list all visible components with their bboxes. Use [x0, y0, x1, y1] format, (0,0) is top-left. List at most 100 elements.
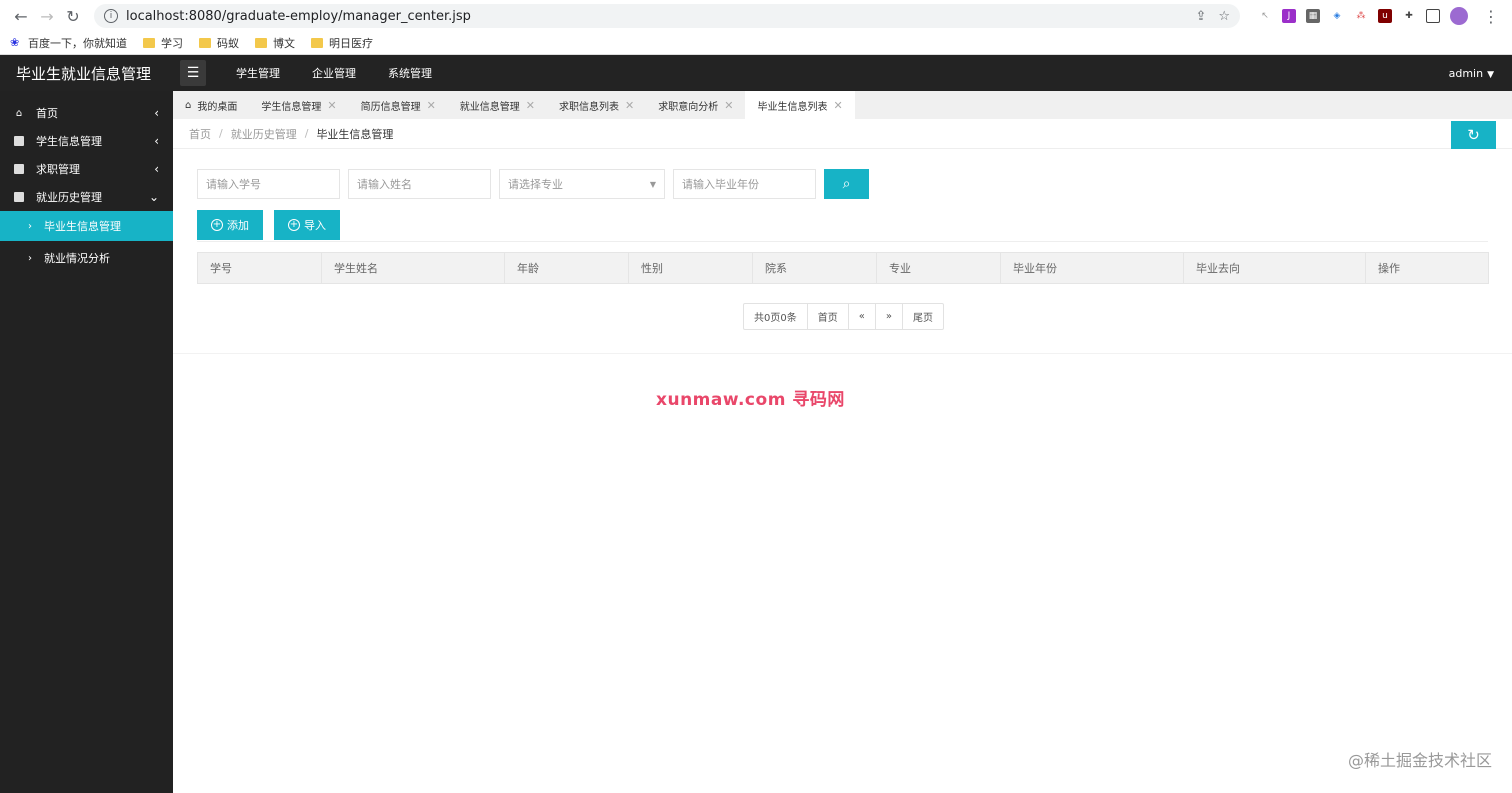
grid-icon — [14, 192, 24, 202]
caret-down-icon: ▼ — [1487, 69, 1494, 80]
home-icon: ⌂ — [15, 107, 23, 119]
name-input[interactable]: 请输入姓名 — [348, 169, 491, 199]
close-icon[interactable]: ✕ — [724, 99, 733, 112]
bookmark-folder-blog[interactable]: 博文 — [255, 35, 295, 51]
tab-student-info[interactable]: 学生信息管理 ✕ — [249, 91, 348, 119]
student-id-input[interactable]: 请输入学号 — [197, 169, 340, 199]
plus-circle-icon: + — [211, 219, 223, 231]
pagination: 共0页0条 首页 « » 尾页 — [743, 303, 944, 330]
info-icon[interactable]: i — [104, 9, 118, 23]
baidu-paw-icon: ❀ — [10, 36, 20, 49]
tab-intention-analysis[interactable]: 求职意向分析 ✕ — [646, 91, 745, 119]
profile-avatar[interactable] — [1450, 7, 1468, 25]
search-button[interactable]: ⌕ — [824, 169, 869, 199]
tab-job-list[interactable]: 求职信息列表 ✕ — [547, 91, 646, 119]
chevron-left-icon: ‹ — [154, 106, 159, 120]
extension-cursor-icon[interactable]: ↖ — [1258, 9, 1272, 23]
star-icon[interactable]: ☆ — [1218, 9, 1230, 24]
topnav-student[interactable]: 学生管理 — [236, 65, 280, 81]
user-menu[interactable]: admin ▼ — [1449, 67, 1494, 80]
grid-icon — [14, 136, 24, 146]
major-select[interactable]: 请选择专业 ▼ — [499, 169, 665, 199]
reload-icon[interactable]: ↻ — [60, 3, 86, 29]
pager-next-button[interactable]: » — [874, 304, 902, 329]
pager-summary: 共0页0条 — [754, 313, 797, 324]
sidebar-item-home[interactable]: ⌂ 首页 ‹ — [0, 99, 173, 127]
extension-store-icon[interactable]: ▦ — [1306, 9, 1320, 23]
bookmark-baidu[interactable]: ❀ 百度一下，你就知道 — [10, 35, 127, 51]
search-icon: ⌕ — [842, 176, 851, 192]
topnav-company[interactable]: 企业管理 — [312, 65, 356, 81]
breadcrumb-separator: / — [219, 127, 223, 140]
sidebar-sub-employ-analysis[interactable]: › 就业情况分析 — [0, 243, 173, 273]
url-text[interactable]: localhost:8080/graduate-employ/manager_c… — [126, 9, 1195, 24]
top-nav: 学生管理 企业管理 系统管理 — [236, 65, 432, 81]
topnav-system[interactable]: 系统管理 — [388, 65, 432, 81]
app-title: 毕业生就业信息管理 — [16, 64, 152, 83]
tab-desktop[interactable]: ⌂ 我的桌面 — [173, 91, 249, 119]
sidebar: ⌂ 首页 ‹ 学生信息管理 ‹ 求职管理 ‹ 就业历史管理 ⌄ › 毕业生信息管… — [0, 91, 173, 793]
browser-toolbar: ← → ↻ i localhost:8080/graduate-employ/m… — [0, 0, 1512, 32]
forward-icon[interactable]: → — [34, 3, 60, 29]
pager-first-button[interactable]: 首页 — [806, 304, 848, 329]
chevron-right-icon: › — [28, 220, 32, 232]
bookmark-folder-mayi[interactable]: 码蚁 — [199, 35, 239, 51]
menu-toggle-icon[interactable]: ☰ — [180, 60, 206, 86]
refresh-button[interactable]: ↻ — [1451, 121, 1496, 149]
pager-last-button[interactable]: 尾页 — [901, 304, 943, 329]
col-grad-year[interactable]: 毕业年份 — [1000, 252, 1184, 284]
tab-bar: ⌂ 我的桌面 学生信息管理 ✕ 简历信息管理 ✕ 就业信息管理 ✕ 求职信息列表 ✕ 求职… — [173, 91, 1512, 119]
browser-menu-icon[interactable]: ⋮ — [1478, 3, 1504, 29]
sidebar-sub-graduate-info[interactable]: › 毕业生信息管理 — [0, 211, 173, 241]
chevron-left-icon: ‹ — [154, 134, 159, 148]
grad-year-input[interactable]: 请输入毕业年份 — [673, 169, 816, 199]
close-icon[interactable]: ✕ — [327, 99, 336, 112]
close-icon[interactable]: ✕ — [427, 99, 436, 112]
col-student-name[interactable]: 学生姓名 — [321, 252, 505, 284]
col-department[interactable]: 院系 — [752, 252, 877, 284]
breadcrumb-separator: / — [304, 127, 309, 140]
extension-layers-icon[interactable]: ◈ — [1330, 9, 1344, 23]
tab-graduate-list[interactable]: 毕业生信息列表 ✕ — [745, 91, 855, 119]
folder-icon — [311, 38, 323, 48]
sidebar-item-student-info[interactable]: 学生信息管理 ‹ — [0, 127, 173, 155]
bookmark-folder-study[interactable]: 学习 — [143, 35, 183, 51]
dropdown-triangle-icon: ▼ — [649, 179, 656, 189]
tab-resume-info[interactable]: 简历信息管理 ✕ — [349, 91, 448, 119]
address-bar[interactable]: i localhost:8080/graduate-employ/manager… — [94, 4, 1240, 28]
grid-icon — [14, 164, 24, 174]
close-icon[interactable]: ✕ — [526, 99, 535, 112]
add-button[interactable]: + 添加 — [197, 210, 263, 240]
close-icon[interactable]: ✕ — [833, 99, 842, 112]
chevron-left-icon: ‹ — [154, 162, 159, 176]
col-age[interactable]: 年龄 — [504, 252, 629, 284]
sidebar-item-employ-history[interactable]: 就业历史管理 ⌄ — [0, 183, 173, 211]
chevron-right-icon: › — [28, 252, 32, 264]
extension-ublock-icon[interactable]: u — [1378, 9, 1392, 23]
sidebar-item-job-manage[interactable]: 求职管理 ‹ — [0, 155, 173, 183]
home-icon: ⌂ — [185, 99, 192, 111]
breadcrumb-home[interactable]: 首页 — [189, 126, 211, 142]
col-destination[interactable]: 毕业去向 — [1183, 252, 1366, 284]
extension-jrp-icon[interactable]: J — [1282, 9, 1296, 23]
extension-tree-icon[interactable]: ⁂ — [1354, 9, 1368, 23]
pager-prev-button[interactable]: « — [847, 304, 875, 329]
breadcrumb-current: 毕业生信息管理 — [316, 127, 394, 141]
col-major[interactable]: 专业 — [876, 252, 1001, 284]
breadcrumb-history[interactable]: 就业历史管理 — [231, 126, 297, 142]
import-button[interactable]: + 导入 — [274, 210, 340, 240]
bookmarks-bar: ❀ 百度一下，你就知道 学习 码蚁 博文 明日医疗 — [0, 32, 1512, 55]
plus-circle-icon: + — [288, 219, 300, 231]
sidepanel-icon[interactable] — [1426, 9, 1440, 23]
puzzle-icon[interactable]: ✚ — [1402, 9, 1416, 23]
back-icon[interactable]: ← — [8, 3, 34, 29]
tab-employ-info[interactable]: 就业信息管理 ✕ — [448, 91, 547, 119]
refresh-icon: ↻ — [1467, 126, 1480, 144]
app-root: 毕业生就业信息管理 ☰ 学生管理 企业管理 系统管理 admin ▼ ⌂ 首页 ‹… — [0, 55, 1512, 793]
close-icon[interactable]: ✕ — [625, 99, 634, 112]
col-student-id[interactable]: 学号 — [197, 252, 322, 284]
share-icon[interactable]: ⇪ — [1195, 9, 1206, 24]
col-gender[interactable]: 性别 — [628, 252, 753, 284]
folder-icon — [255, 38, 267, 48]
bookmark-folder-medical[interactable]: 明日医疗 — [311, 35, 373, 51]
